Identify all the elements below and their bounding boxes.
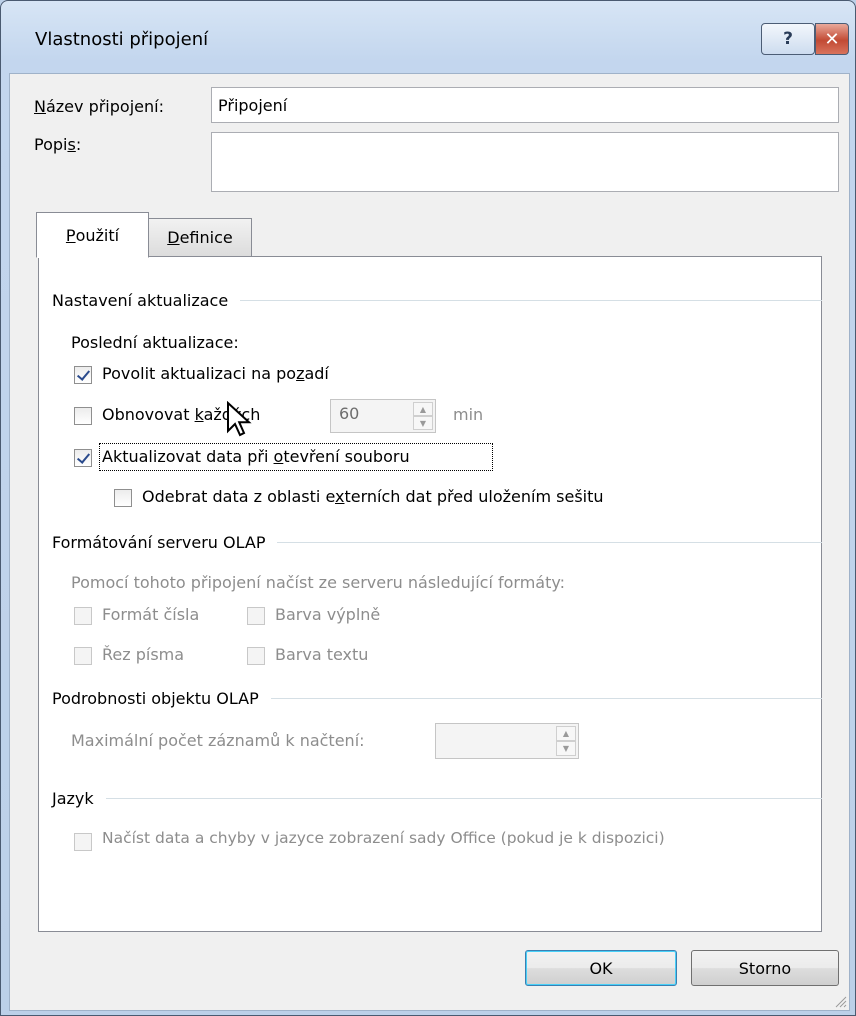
refresh-interval-spinner[interactable]: 60 ▲ ▼ <box>330 399 436 433</box>
max-records-spinner[interactable]: ▲ ▼ <box>435 723 579 759</box>
number-format-label: Formát čísla <box>102 605 200 624</box>
spin-down-icon[interactable]: ▼ <box>556 741 576 756</box>
tab-definition[interactable]: Definice <box>148 218 252 256</box>
olap-format-group-header: Formátování serveru OLAP <box>52 533 822 552</box>
office-language-label: Načíst data a chyby v jazyce zobrazení s… <box>102 829 665 847</box>
number-format-checkbox[interactable] <box>74 607 92 625</box>
help-button[interactable]: ? <box>761 23 815 55</box>
last-refresh-label: Poslední aktualizace: <box>71 333 239 352</box>
remove-external-data-label: Odebrat data z oblasti externích dat pře… <box>142 487 604 506</box>
fill-color-label: Barva výplně <box>275 605 381 624</box>
connection-name-label: Název připojení: <box>34 97 164 116</box>
cancel-button[interactable]: Storno <box>691 950 839 986</box>
close-icon: ✕ <box>824 28 840 50</box>
window-title: Vlastnosti připojení <box>35 29 209 50</box>
olap-drill-group-header: Podrobnosti objektu OLAP <box>52 689 822 708</box>
text-color-checkbox[interactable] <box>247 647 265 665</box>
spin-up-icon[interactable]: ▲ <box>556 726 576 741</box>
olap-format-description: Pomocí tohoto připojení načíst ze server… <box>71 573 566 592</box>
focus-rectangle <box>99 443 493 471</box>
refresh-interval-unit: min <box>453 405 484 424</box>
font-style-label: Řez písma <box>102 645 185 664</box>
remove-external-data-checkbox[interactable] <box>114 489 132 507</box>
background-refresh-label: Povolit aktualizaci na pozadí <box>102 364 329 383</box>
text-color-label: Barva textu <box>275 645 369 664</box>
description-textarea[interactable] <box>211 132 839 192</box>
mouse-cursor-icon <box>227 401 252 437</box>
dialog-window: Vlastnosti připojení ? ✕ Název připojení… <box>0 0 856 1016</box>
font-style-checkbox[interactable] <box>74 647 92 665</box>
tab-panel-usage: Nastavení aktualizace Poslední aktualiza… <box>38 256 822 932</box>
help-icon: ? <box>783 29 793 49</box>
refresh-group-header: Nastavení aktualizace <box>52 291 822 310</box>
ok-button[interactable]: OK <box>525 950 677 986</box>
connection-name-input[interactable] <box>211 87 839 123</box>
refresh-interval-value: 60 <box>339 404 360 423</box>
office-language-checkbox[interactable] <box>74 833 92 851</box>
max-records-label: Maximální počet záznamů k načtení: <box>71 731 365 750</box>
resize-grip-icon[interactable] <box>833 994 847 1008</box>
spin-down-icon[interactable]: ▼ <box>413 416 433 430</box>
tab-usage[interactable]: Použití <box>36 212 149 258</box>
dialog-client-area: Název připojení: Popis: Definice Použití… <box>9 73 850 1011</box>
language-group-header: Jazyk <box>52 789 822 808</box>
description-label: Popis: <box>34 135 82 154</box>
close-button[interactable]: ✕ <box>815 23 849 55</box>
refresh-on-open-checkbox[interactable] <box>74 449 92 467</box>
refresh-every-checkbox[interactable] <box>74 407 92 425</box>
spin-up-icon[interactable]: ▲ <box>413 402 433 416</box>
background-refresh-checkbox[interactable] <box>74 366 92 384</box>
fill-color-checkbox[interactable] <box>247 607 265 625</box>
